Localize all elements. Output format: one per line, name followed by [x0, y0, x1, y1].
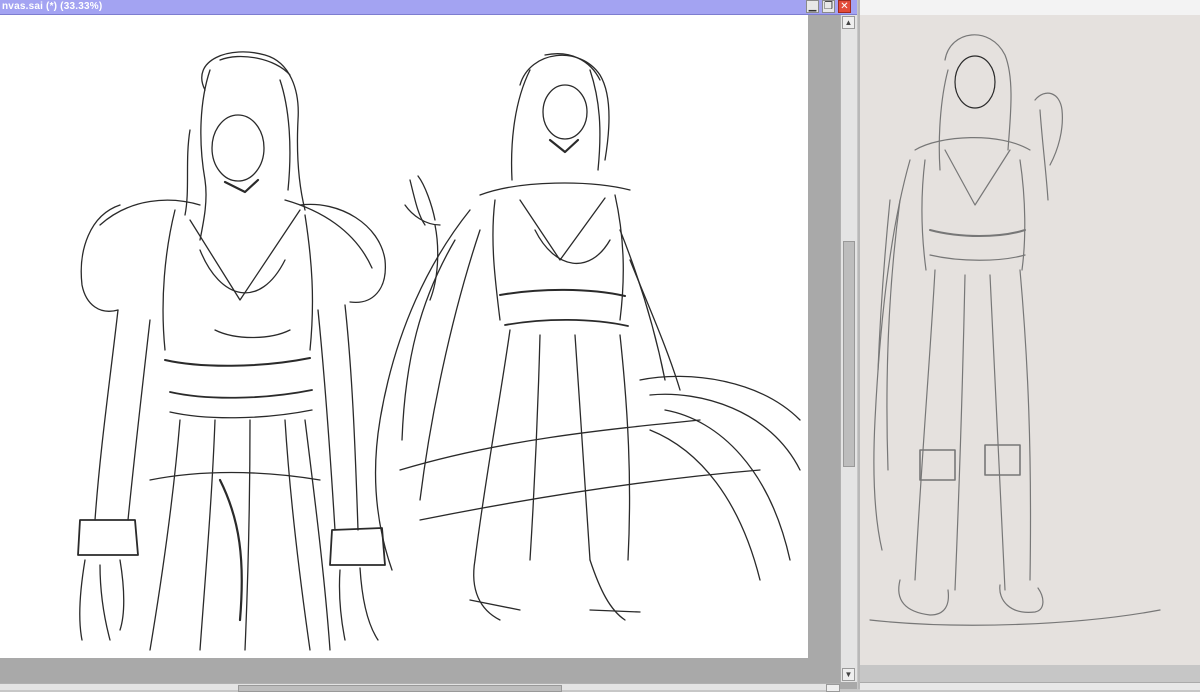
close-button[interactable]: ✕: [838, 0, 851, 13]
drawing-canvas[interactable]: [0, 15, 808, 658]
scroll-down-icon[interactable]: ▼: [842, 668, 855, 681]
restore-icon: ❐: [824, 1, 833, 12]
sketch-artwork: [77, 51, 801, 651]
reference-canvas[interactable]: [860, 15, 1200, 665]
reference-header: [860, 0, 1200, 15]
reference-sketch: [869, 34, 1161, 626]
canvas-window: nvas.sai (*) (33.33%) ▁ ❐ ✕ ▲ ▼: [0, 0, 857, 692]
reference-window: [858, 0, 1200, 690]
close-icon: ✕: [840, 1, 849, 12]
vertical-scroll-thumb[interactable]: [843, 241, 855, 467]
minimize-button[interactable]: ▁: [806, 0, 819, 13]
maximize-button[interactable]: ❐: [822, 0, 835, 13]
scroll-up-icon[interactable]: ▲: [842, 16, 855, 29]
window-titlebar[interactable]: nvas.sai (*) (33.33%) ▁ ❐ ✕: [0, 0, 857, 15]
vertical-scrollbar[interactable]: ▲ ▼: [840, 15, 857, 682]
scroll-right-icon[interactable]: [826, 684, 840, 692]
minimize-icon: ▁: [808, 1, 817, 12]
canvas-workspace[interactable]: [0, 15, 838, 683]
window-title: nvas.sai (*) (33.33%): [2, 1, 103, 12]
